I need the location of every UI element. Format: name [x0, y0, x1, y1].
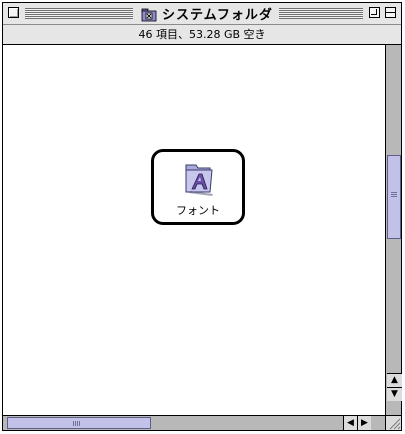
- folder-content-area[interactable]: フォント: [3, 45, 385, 415]
- resize-grow-box[interactable]: [385, 415, 401, 430]
- folder-item-fonts[interactable]: フォント: [151, 149, 245, 225]
- resize-grip-icon: [389, 418, 401, 430]
- window-title-group: システムフォルダ: [135, 4, 279, 23]
- collapse-box-button[interactable]: [385, 7, 396, 18]
- vertical-scroll-thumb[interactable]: [387, 155, 401, 239]
- horizontal-scroll-thumb[interactable]: [7, 417, 151, 429]
- horizontal-scroll-grip: [73, 421, 80, 426]
- vertical-scrollbar[interactable]: ▲ ▼: [385, 45, 402, 415]
- info-bar: 46 項目、53.28 GB 空き: [3, 25, 401, 45]
- scroll-right-button[interactable]: ▶: [357, 416, 371, 430]
- scroll-left-button[interactable]: ◀: [343, 416, 357, 430]
- item-count-free-space: 46 項目、53.28 GB 空き: [138, 28, 266, 41]
- fonts-folder-icon: [185, 164, 213, 196]
- vertical-scroll-grip: [391, 192, 397, 198]
- scroll-up-button[interactable]: ▲: [387, 373, 402, 387]
- window-title: システムフォルダ: [162, 8, 273, 23]
- folder-item-label: フォント: [176, 204, 220, 217]
- close-box-button[interactable]: [8, 7, 19, 18]
- horizontal-scrollbar[interactable]: ◀ ▶: [3, 415, 385, 430]
- title-bar-stripes-right: [271, 8, 363, 19]
- title-bar[interactable]: システムフォルダ: [3, 3, 401, 25]
- title-bar-stripes-left: [25, 8, 133, 19]
- zoom-box-button[interactable]: [369, 7, 380, 18]
- scroll-down-button[interactable]: ▼: [387, 387, 402, 401]
- finder-window: システムフォルダ 46 項目、53.28 GB 空き フォント ▲ ▼ ◀ ▶: [2, 2, 402, 431]
- system-folder-icon: [141, 8, 157, 21]
